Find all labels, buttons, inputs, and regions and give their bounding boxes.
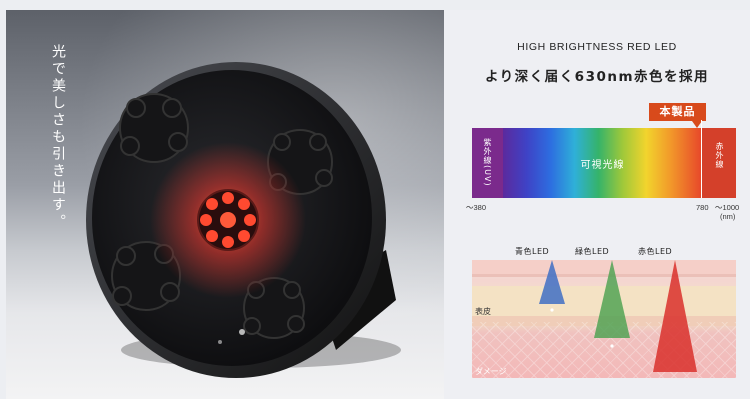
green-led-label: 緑色LED [575,247,610,256]
light-spectrum: 紫外線(UV) 可視光線 赤外線 [472,120,736,198]
630nm-marker [701,120,702,198]
green-beam [594,260,630,338]
beam-dot [550,308,554,312]
product-tagline: 光で美しさも引き出す。 [50,44,66,231]
device-illustration [86,62,401,378]
red-beam [653,260,697,372]
blue-led-label: 青色LED [515,247,550,256]
led-beams [539,260,697,372]
indicator-dot [218,340,222,344]
damage-label: ダメージ [475,367,507,376]
red-led-label: 赤色LED [638,247,673,256]
section-title: より深く届く630nm赤色を採用 [484,69,710,85]
promo-banner: 光で美しさも引き出す。 HIGH BRIGHTNESS RED LED より深く… [0,0,750,399]
product-photo-panel: 光で美しさも引き出す。 [6,10,444,399]
visible-segment: 可視光線 [503,128,702,198]
tick-unit: (nm) [720,212,736,221]
tick-780: 780 [696,203,709,212]
tick-380: 〜380 [466,203,487,212]
visible-label: 可視光線 [580,160,625,171]
uv-label: 紫外線(UV) [483,138,492,187]
red-led-cluster [197,189,259,251]
info-panel: HIGH BRIGHTNESS RED LED より深く届く630nm赤色を採用… [444,10,750,399]
skin-diagram [472,260,736,378]
tick-1000: 〜1000 [715,203,740,212]
ir-segment: 赤外線 [702,128,736,198]
blue-beam [539,260,565,304]
section-subtitle: HIGH BRIGHTNESS RED LED [517,41,677,53]
indicator-dot [239,329,245,335]
uv-segment: 紫外線(UV) [472,128,503,198]
ir-label: 赤外線 [715,142,724,169]
beam-dot [610,344,614,348]
product-badge: 本製品 [649,103,706,121]
epidermis-label: 表皮 [475,307,491,316]
massage-head-top-left [119,93,189,163]
